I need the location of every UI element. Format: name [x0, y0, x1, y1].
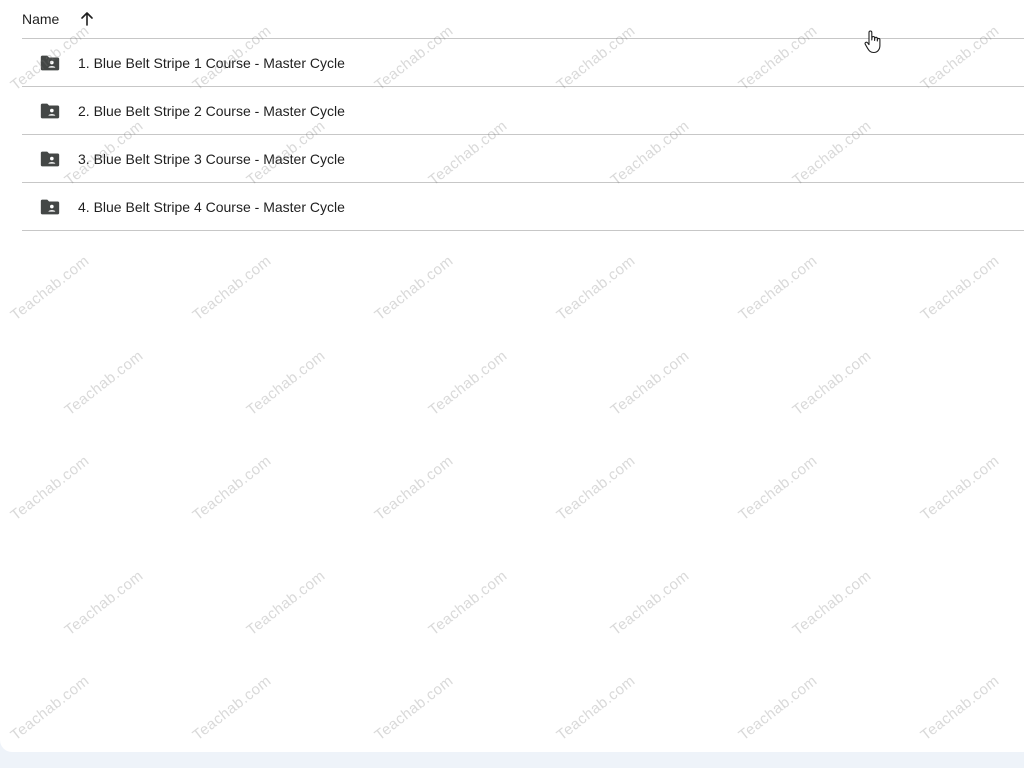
shared-folder-icon	[39, 100, 61, 122]
list-item[interactable]: 2. Blue Belt Stripe 2 Course - Master Cy…	[22, 87, 1024, 135]
list-header: Name	[22, 0, 1024, 39]
name-column-header[interactable]: Name	[22, 11, 59, 27]
list-item[interactable]: 3. Blue Belt Stripe 3 Course - Master Cy…	[22, 135, 1024, 183]
file-list-panel: Name 1. Blue Belt Stripe 1 Course - Mast…	[0, 0, 1024, 752]
shared-folder-icon	[39, 52, 61, 74]
arrow-up-icon[interactable]	[79, 11, 95, 27]
file-name: 3. Blue Belt Stripe 3 Course - Master Cy…	[78, 150, 345, 167]
shared-folder-icon	[39, 196, 61, 218]
file-name: 2. Blue Belt Stripe 2 Course - Master Cy…	[78, 102, 345, 119]
file-name: 4. Blue Belt Stripe 4 Course - Master Cy…	[78, 198, 345, 215]
shared-folder-icon	[39, 148, 61, 170]
list-item[interactable]: 4. Blue Belt Stripe 4 Course - Master Cy…	[22, 183, 1024, 231]
file-rows: 1. Blue Belt Stripe 1 Course - Master Cy…	[22, 39, 1024, 231]
file-name: 1. Blue Belt Stripe 1 Course - Master Cy…	[78, 54, 345, 71]
list-item[interactable]: 1. Blue Belt Stripe 1 Course - Master Cy…	[22, 39, 1024, 87]
